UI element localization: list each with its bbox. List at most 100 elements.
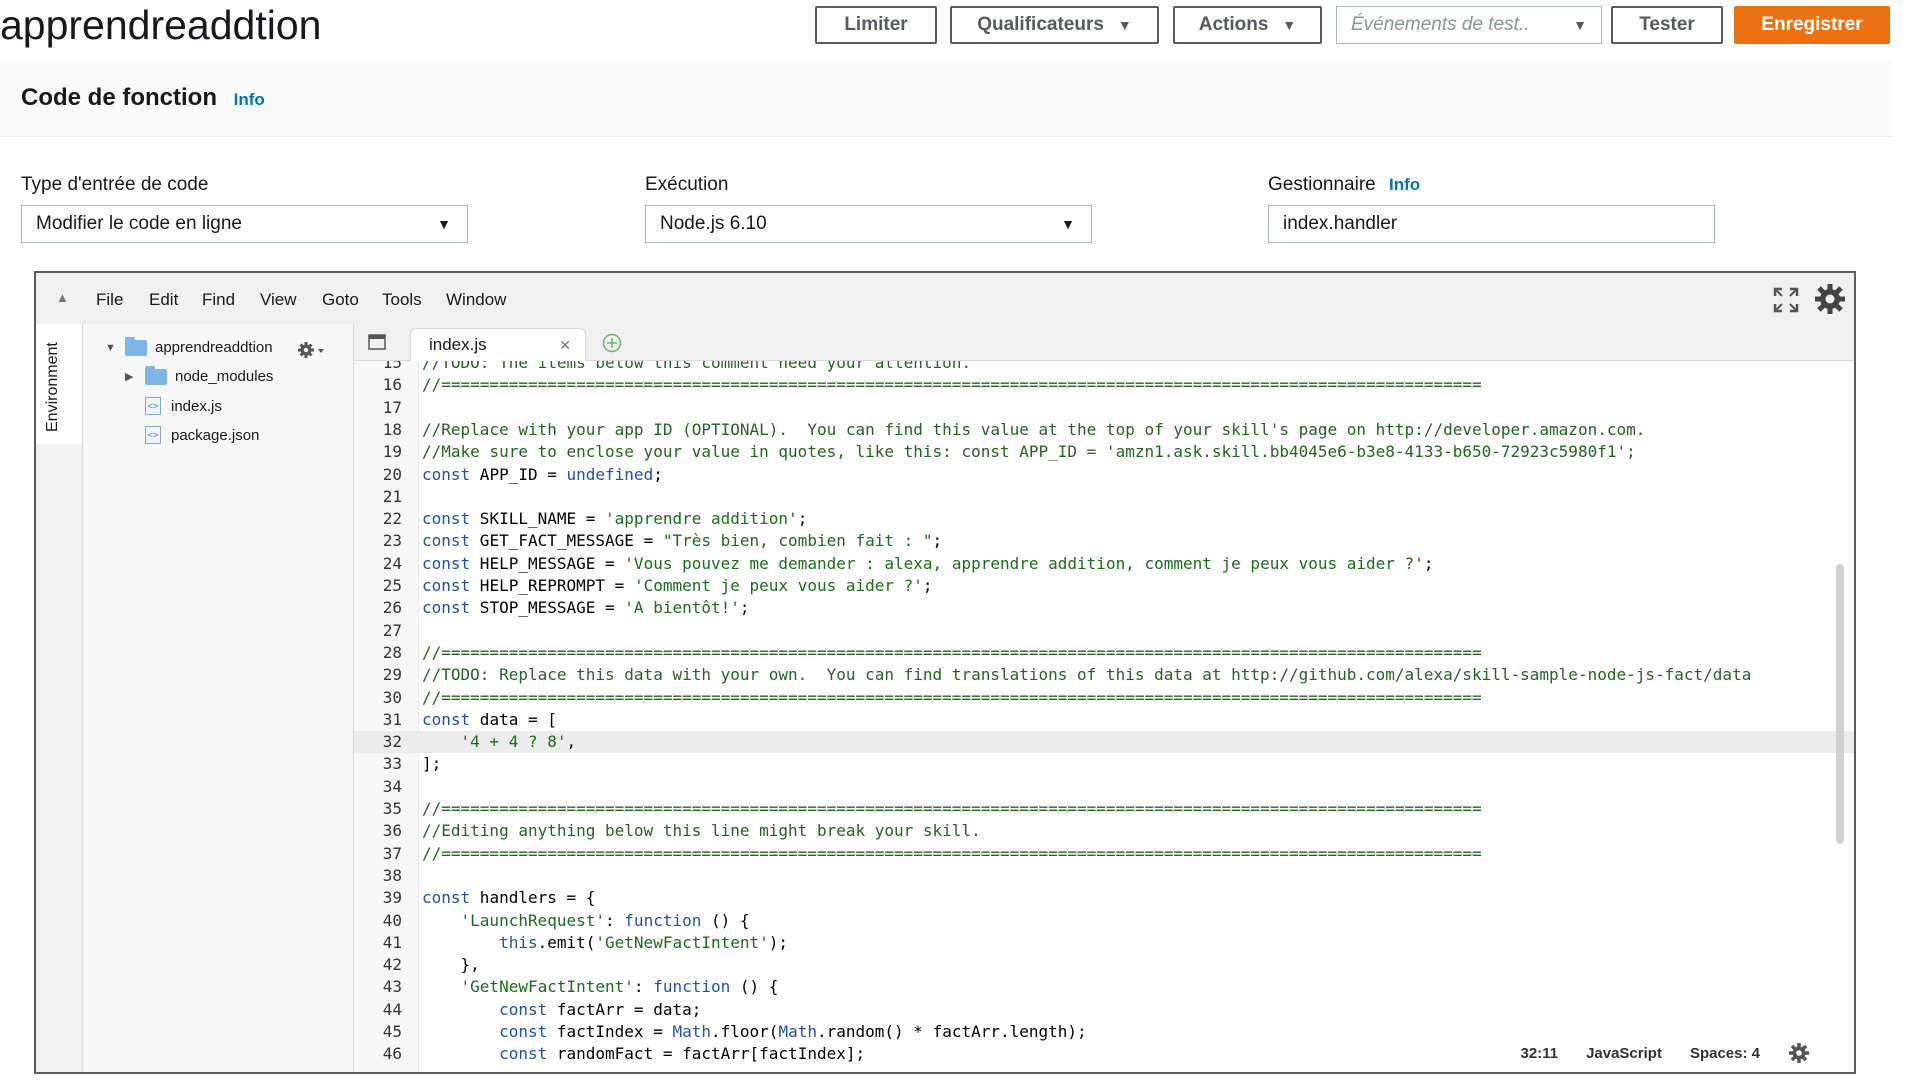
code-line[interactable]: 37 //====================================… [354,843,1854,865]
tree-item-label: node_modules [175,368,274,385]
code-line[interactable]: 43 'GetNewFactIntent': function () { [354,976,1854,998]
indent-setting[interactable]: Spaces: 4 [1690,1045,1760,1062]
section-title-text: Code de fonction [21,84,217,111]
code-line[interactable]: 36 //Editing anything below this line mig… [354,820,1854,842]
code-line[interactable]: 42 }, [354,954,1854,976]
caret-down-icon: ▼ [1573,17,1587,33]
code-line[interactable]: 41 this.emit('GetNewFactIntent'); [354,932,1854,954]
code-line[interactable]: 25 const HELP_REPROMPT = 'Comment je peux… [354,575,1854,597]
code-line-text: '4 + 4 ? 8', [460,732,577,752]
limiter-button[interactable]: Limiter [815,6,937,44]
code-line[interactable]: 29 //TODO: Replace this data with your ow… [354,664,1854,686]
function-name-title: apprendreaddtion [0,2,322,48]
menu-window[interactable]: Window [446,290,506,310]
gear-icon[interactable] [1814,283,1846,315]
code-line-text: //Make sure to enclose your value in quo… [422,442,1636,462]
code-line[interactable]: 45 const factIndex = Math.floor(Math.ran… [354,1021,1854,1043]
code-line[interactable]: 22 const SKILL_NAME = 'apprendre addition… [354,508,1854,530]
folder-icon [145,365,167,385]
code-line-text: 'GetNewFactIntent': function () { [460,977,779,997]
menu-goto[interactable]: Goto [322,290,359,310]
code-line[interactable]: 16 //====================================… [354,374,1854,396]
code-line-text: //TODO: The items below this comment nee… [422,361,972,372]
code-line[interactable]: 34 [354,776,1854,798]
line-number: 15 [382,361,402,372]
close-icon[interactable]: ✕ [559,337,571,354]
line-number: 32 [382,732,402,752]
vertical-scrollbar[interactable] [1836,564,1844,844]
runtime-value: Node.js 6.10 [660,213,767,234]
code-text-area[interactable]: 15 //TODO: The items below this comment n… [354,361,1854,1072]
code-line[interactable]: 31 const data = [ [354,709,1854,731]
handler-label: Gestionnaire Info [1268,174,1420,196]
code-line[interactable]: 28 //====================================… [354,642,1854,664]
line-number: 31 [382,709,402,729]
handler-input[interactable]: index.handler [1268,205,1715,243]
tab-index-js[interactable]: index.js ✕ [410,328,586,361]
code-line[interactable]: 39 const handlers = { [354,887,1854,909]
code-line-text: const randomFact = factArr[factIndex]; [499,1044,866,1064]
code-line[interactable]: 26 const STOP_MESSAGE = 'A bientôt!'; [354,597,1854,619]
menu-file[interactable]: File [96,290,123,310]
code-line[interactable]: 38 [354,865,1854,887]
code-line[interactable]: 20 const APP_ID = undefined; [354,464,1854,486]
code-line[interactable]: 44 const factArr = data; [354,999,1854,1021]
tab-list-icon[interactable] [368,334,386,350]
code-line[interactable]: 32 '4 + 4 ? 8', [354,731,1854,754]
environment-tab-label: Environment [44,342,61,432]
code-line-text: const factArr = data; [499,999,702,1019]
caret-down-icon: ▼ [1117,17,1132,33]
code-line[interactable]: 24 const HELP_MESSAGE = 'Vous pouvez me d… [354,553,1854,575]
tree-item-index-js[interactable]: <> index.js [145,397,222,415]
fullscreen-icon[interactable] [1773,287,1799,313]
tree-root-folder[interactable]: ▼ apprendreaddtion [105,336,273,356]
add-tab-icon[interactable] [602,333,622,353]
code-line-text: const APP_ID = undefined; [422,464,663,484]
code-line[interactable]: 30 //====================================… [354,687,1854,709]
js-file-icon: <> [145,397,161,415]
code-line-text: const SKILL_NAME = 'apprendre addition'; [422,509,808,529]
code-entry-select[interactable]: Modifier le code en ligne ▼ [21,205,468,243]
section-info-link[interactable]: Info [234,90,265,109]
code-line[interactable]: 17 [354,397,1854,419]
menu-view[interactable]: View [260,290,297,310]
json-file-icon: <> [145,426,161,444]
code-line[interactable]: 15 //TODO: The items below this comment n… [354,361,1854,374]
line-number: 26 [382,598,402,618]
code-line-text: this.emit('GetNewFactIntent'); [499,932,789,952]
language-mode[interactable]: JavaScript [1586,1045,1662,1062]
tree-settings-gear-icon[interactable] [297,340,327,360]
code-line[interactable]: 19 //Make sure to enclose your value in q… [354,441,1854,463]
code-line-text: //======================================… [422,799,1482,818]
runtime-select[interactable]: Node.js 6.10 ▼ [645,205,1092,243]
section-title: Code de fonction Info [21,84,265,112]
qualificateurs-button[interactable]: Qualificateurs ▼ [950,6,1159,44]
collapse-triangle-icon[interactable]: ▲ [56,290,69,305]
actions-button[interactable]: Actions ▼ [1173,6,1322,44]
code-line[interactable]: 21 [354,486,1854,508]
tree-item-node-modules[interactable]: ▶ node_modules [125,365,274,385]
handler-info-link[interactable]: Info [1389,175,1420,194]
code-line[interactable]: 27 [354,620,1854,642]
line-number: 22 [382,509,402,529]
menu-find[interactable]: Find [202,290,235,310]
tester-button[interactable]: Tester [1611,6,1723,44]
line-number: 16 [382,375,402,395]
test-events-placeholder: Événements de test.. [1351,14,1530,35]
editor-settings-gear-icon[interactable] [1788,1042,1810,1064]
code-line[interactable]: 35 //====================================… [354,798,1854,820]
code-line-text: 'LaunchRequest': function () { [460,910,750,930]
code-line[interactable]: 18 //Replace with your app ID (OPTIONAL).… [354,419,1854,441]
enregistrer-button[interactable]: Enregistrer [1734,6,1890,44]
tree-item-package-json[interactable]: <> package.json [145,426,259,444]
line-number: 18 [382,419,402,439]
code-line-text: ]; [422,754,442,774]
code-line[interactable]: 40 'LaunchRequest': function () { [354,910,1854,932]
menu-tools[interactable]: Tools [382,290,422,310]
test-events-select[interactable]: Événements de test.. ▼ [1336,6,1602,44]
line-number: 28 [382,642,402,662]
menu-edit[interactable]: Edit [149,290,178,310]
code-line[interactable]: 33]; [354,753,1854,775]
code-line[interactable]: 23 const GET_FACT_MESSAGE = "Très bien, c… [354,530,1854,552]
environment-tab[interactable]: Environment [36,324,83,444]
